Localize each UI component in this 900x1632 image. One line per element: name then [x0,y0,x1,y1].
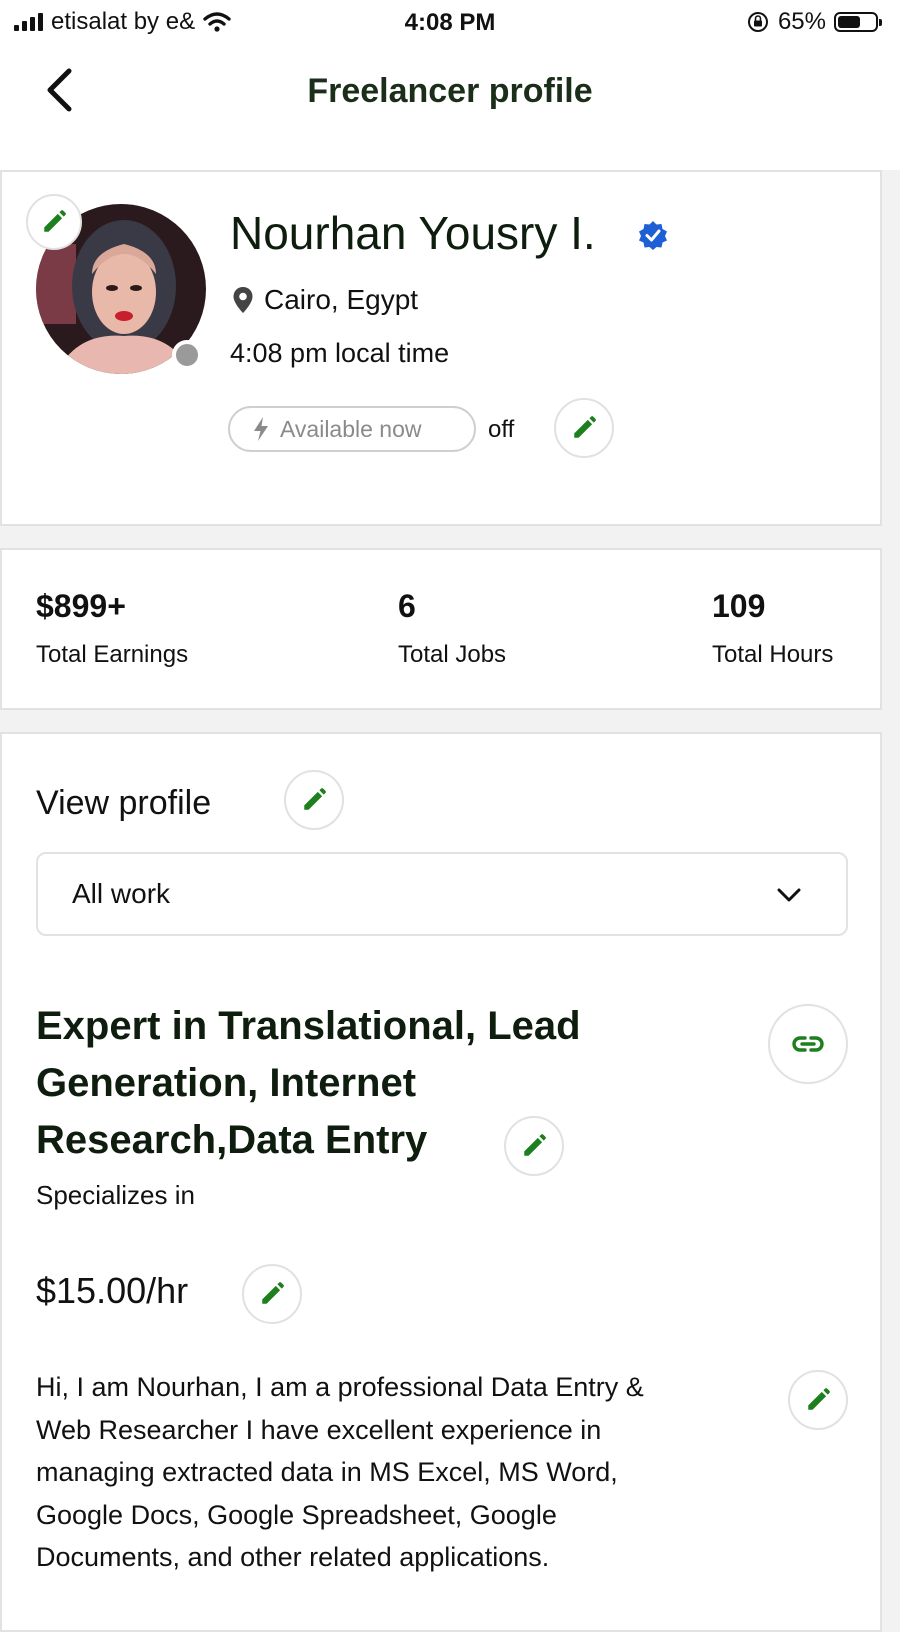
edit-view-profile-button[interactable] [284,770,344,830]
stat-value: 6 [398,588,416,624]
battery-percent: 65% [777,8,826,35]
link-icon [792,1036,824,1052]
bio-line: managing extracted data in MS Excel, MS … [36,1457,618,1487]
edit-photo-button[interactable] [26,194,82,250]
nav-bar: Freelancer profile [0,46,900,170]
freelancer-name: Nourhan Yousry I. [230,207,596,259]
availability-badge[interactable]: Available now [228,406,476,452]
orientation-lock-icon [747,12,768,32]
profile-headline: Expert in Translational, Lead Generation… [36,998,736,1169]
profile-header-card: Nourhan Yousry I. Cairo, Egypt 4:08 pm l… [0,170,882,526]
edit-rate-button[interactable] [242,1264,302,1324]
edit-bio-button[interactable] [788,1370,848,1430]
view-profile-label: View profile [36,784,212,822]
stat-total-jobs: 6 Total Jobs [398,588,506,669]
battery-icon [834,12,882,32]
map-pin-icon [233,287,253,313]
chevron-down-icon [777,888,801,902]
pencil-icon [44,210,66,232]
location-text: Cairo, Egypt [264,284,419,315]
bio-line: Hi, I am Nourhan, I am a professional Da… [36,1372,644,1402]
pencil-icon [524,1134,546,1156]
online-status-indicator [172,340,202,370]
local-time: 4:08 pm local time [230,338,450,368]
availability-label: Available now [280,415,422,442]
hourly-rate: $15.00/hr [36,1270,189,1311]
pencil-icon [262,1282,284,1304]
lightning-icon [254,417,268,441]
stat-value: $899+ [36,588,126,624]
stats-card: $899+ Total Earnings 6 Total Jobs 109 To… [0,548,882,710]
availability-state: off [488,416,515,443]
stat-label: Total Jobs [398,641,507,668]
page-title: Freelancer profile [307,72,593,110]
specializes-label: Specializes in [36,1180,195,1210]
profile-details-card: View profile All work Expert in Translat… [0,732,882,1632]
edit-availability-button[interactable] [554,398,614,458]
status-right: 65% [746,8,882,36]
work-filter-value: All work [72,878,171,909]
headline-line: Research,Data Entry [36,1118,428,1162]
verified-badge-icon [639,221,667,250]
headline-line: Expert in Translational, Lead [36,1004,581,1048]
pencil-icon [304,788,326,810]
pencil-icon [808,1388,830,1410]
bio-line: Documents, and other related application… [36,1542,550,1572]
edit-headline-button[interactable] [504,1116,564,1176]
stat-value: 109 [712,588,766,624]
stat-label: Total Earnings [36,641,189,668]
location: Cairo, Egypt [232,284,418,316]
stat-label: Total Hours [712,641,834,668]
pencil-icon [574,416,596,438]
status-bar: etisalat by e& 4:08 PM 65% [0,0,900,46]
copy-link-button[interactable] [768,1004,848,1084]
profile-bio: Hi, I am Nourhan, I am a professional Da… [36,1366,756,1579]
headline-line: Generation, Internet [36,1061,417,1105]
stat-total-earnings: $899+ Total Earnings [36,588,188,669]
work-filter-select[interactable]: All work [36,852,848,936]
bio-line: Google Docs, Google Spreadsheet, Google [36,1499,557,1530]
stat-total-hours: 109 Total Hours [712,588,833,669]
bio-line: Web Researcher I have excellent experien… [36,1414,602,1445]
battery-level [838,16,860,28]
